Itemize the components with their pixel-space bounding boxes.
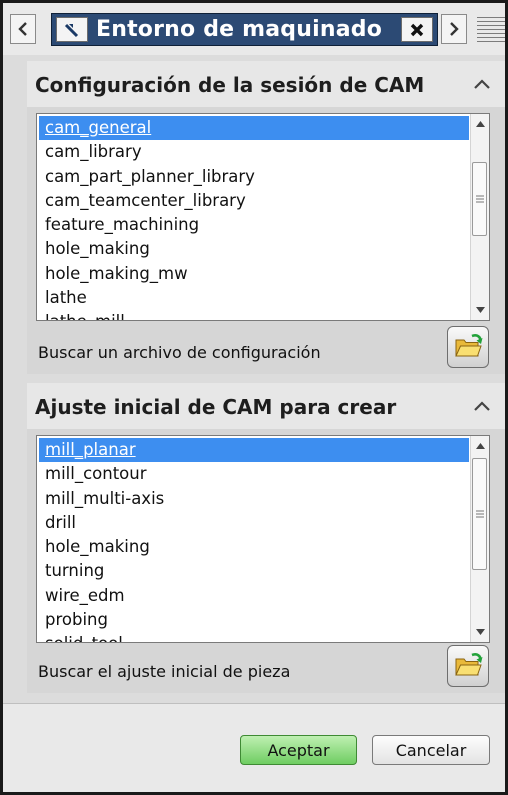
open-folder-icon [455,653,483,676]
session-config-title: Configuración de la sesión de CAM [35,73,425,97]
browse-part-setup-button[interactable] [447,645,489,687]
browse-part-setup-label: Buscar el ajuste inicial de pieza [38,662,291,681]
list-item[interactable]: cam_library [39,140,469,164]
arrow-down-icon [475,629,485,635]
close-button[interactable] [401,17,433,42]
list-item-label: lathe [45,288,87,308]
arrow-up-icon [475,443,485,449]
list-item-label: hole_making [45,537,150,557]
list-item[interactable]: mill_planar [39,438,469,463]
list-item-label: cam_part_planner_library [45,166,255,186]
list-item[interactable]: mill_multi-axis [39,487,469,511]
session-config-scrollbar[interactable] [470,114,489,320]
scroll-thumb[interactable] [472,458,487,570]
list-item[interactable]: cam_part_planner_library [39,165,469,189]
nav-next-button[interactable] [441,14,467,44]
scroll-up-button[interactable] [471,114,489,134]
list-item-label: cam_library [45,142,142,162]
list-item-label: hole_making_mw [45,263,188,283]
list-item-label: mill_multi-axis [45,488,165,508]
list-item[interactable]: lathe_mill [39,310,469,320]
title-tab: Entorno de maquinado [51,13,438,46]
scroll-thumb[interactable] [472,162,487,236]
cam-setup-body: mill_planar mill_contour mill_multi-axisdr… [27,429,505,693]
list-item[interactable]: solid_tool [39,632,469,642]
session-config-section: Configuración de la sesión de CAM cam_ge… [27,61,505,374]
list-item[interactable]: cam_teamcenter_library [39,189,469,213]
list-item-label: wire_edm [45,585,125,605]
grip-lines-icon [475,510,484,518]
list-item[interactable]: mill_contour [39,462,469,486]
arrow-up-icon [475,121,485,127]
dialog-footer: Aceptar Cancelar [3,703,505,792]
dialog-window: Entorno de maquinado Configuración de la… [0,0,508,795]
list-item-label: feature_machining [45,215,200,235]
scroll-down-button[interactable] [471,622,489,642]
collapse-cam-setup-button[interactable] [467,391,497,421]
list-item[interactable]: drill [39,511,469,535]
ok-button[interactable]: Aceptar [240,735,357,765]
list-item-label: mill_planar [45,440,136,459]
list-item[interactable]: feature_machining [39,213,469,237]
pin-icon [64,23,79,37]
cancel-button[interactable]: Cancelar [372,735,490,765]
scroll-down-button[interactable] [471,300,489,320]
list-item-label: solid_tool [45,634,123,642]
session-config-header[interactable]: Configuración de la sesión de CAM [27,61,505,108]
pin-button[interactable] [56,17,88,42]
scroll-up-button[interactable] [471,436,489,456]
collapse-session-config-button[interactable] [467,69,497,99]
browse-config-label: Buscar un archivo de configuración [38,343,321,362]
list-item-label: cam_general [45,118,152,137]
chevron-up-icon [474,79,490,89]
title-bar: Entorno de maquinado [3,3,505,55]
arrow-down-icon [475,307,485,313]
list-item[interactable]: hole_making [39,237,469,261]
session-config-list[interactable]: cam_general cam_library cam_part_planner_l… [36,113,490,321]
cam-setup-header[interactable]: Ajuste inicial de CAM para crear [27,383,505,430]
cam-setup-section: Ajuste inicial de CAM para crear mill_pl… [27,383,505,696]
list-item[interactable]: hole_making [39,535,469,559]
cam-setup-scrollbar[interactable] [470,436,489,642]
list-item-label: cam_teamcenter_library [45,190,246,210]
list-item-label: mill_contour [45,464,147,484]
session-config-body: cam_general cam_library cam_part_planner_l… [27,107,505,374]
open-folder-icon [455,334,483,357]
list-item[interactable]: lathe [39,286,469,310]
close-icon [410,23,424,36]
list-item-label: hole_making [45,239,150,259]
nav-prev-button[interactable] [10,14,36,44]
list-item-label: drill [45,512,77,532]
cam-setup-list[interactable]: mill_planar mill_contour mill_multi-axisdr… [36,435,490,643]
list-item[interactable]: turning [39,559,469,583]
chevron-right-icon [450,22,459,36]
list-item[interactable]: cam_general [39,116,469,141]
browse-config-button[interactable] [447,326,489,368]
list-item[interactable]: probing [39,608,469,632]
drag-grip[interactable] [477,17,505,43]
list-item-label: lathe_mill [45,312,125,320]
list-item[interactable]: hole_making_mw [39,262,469,286]
list-item[interactable]: wire_edm [39,584,469,608]
chevron-left-icon [18,22,27,36]
chevron-up-icon [474,401,490,411]
cam-setup-title: Ajuste inicial de CAM para crear [35,395,397,419]
grip-lines-icon [475,195,484,203]
list-item-label: turning [45,561,105,581]
list-item-label: probing [45,610,108,630]
window-title: Entorno de maquinado [96,17,383,42]
